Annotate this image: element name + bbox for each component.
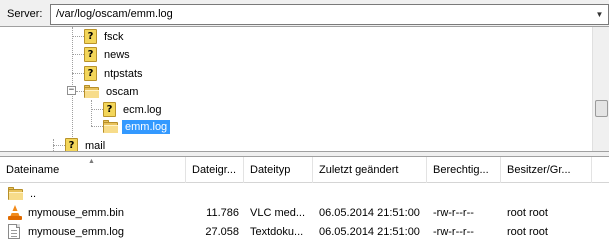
tree-connector	[91, 100, 92, 126]
text-document-icon	[8, 224, 20, 239]
modified-cell: 06.05.2014 21:51:00	[319, 206, 420, 219]
unknown-file-icon: ?	[84, 66, 97, 81]
filename-cell: mymouse_emm.log	[8, 222, 186, 241]
column-header-permissions[interactable]: Berechtig...	[427, 157, 501, 183]
tree-item-label: ecm.log	[123, 103, 162, 116]
column-header-size[interactable]: Dateigr...	[186, 157, 244, 183]
column-header-filename[interactable]: ▲ Dateiname	[0, 157, 186, 183]
unknown-file-icon: ?	[84, 47, 97, 62]
tree-connector	[76, 91, 84, 92]
tree-item[interactable]: ? ntpstats	[84, 64, 143, 83]
tree-item-selected[interactable]: emm.log	[103, 117, 171, 136]
column-header-modified[interactable]: Zuletzt geändert	[313, 157, 427, 183]
tree-connector	[72, 54, 84, 55]
server-path-value: /var/log/oscam/emm.log	[56, 8, 173, 20]
table-row[interactable]: ..	[0, 184, 609, 203]
remote-directory-tree[interactable]: ? fsck ? news ? ntpstats − oscam ? ecm.l…	[0, 26, 609, 152]
tree-item[interactable]: ? fsck	[84, 27, 124, 46]
tree-connector	[72, 73, 84, 74]
tree-scrollbar[interactable]	[592, 27, 609, 151]
chevron-down-icon[interactable]: ▼	[591, 5, 608, 24]
modified-cell: 06.05.2014 21:51:00	[319, 225, 420, 238]
tree-item-folder[interactable]: oscam	[84, 82, 138, 101]
tree-connector	[91, 126, 103, 127]
permissions-cell: -rw-r--r--	[433, 206, 474, 219]
permissions-cell: -rw-r--r--	[433, 225, 474, 238]
unknown-file-icon: ?	[103, 102, 116, 117]
tree-item[interactable]: ? mail	[65, 136, 106, 152]
tree-connector	[91, 109, 103, 110]
column-header-owner[interactable]: Besitzer/Gr...	[501, 157, 592, 183]
file-list-header: ▲ Dateiname Dateigr... Dateityp Zuletzt …	[0, 157, 609, 183]
size-cell: 27.058	[205, 225, 239, 238]
table-row[interactable]: mymouse_emm.bin 11.786 VLC med... 06.05.…	[0, 203, 609, 222]
type-cell: VLC med...	[250, 206, 306, 219]
scroll-down-button[interactable]	[593, 134, 609, 151]
scroll-thumb[interactable]	[595, 100, 608, 117]
folder-icon	[103, 119, 118, 133]
tree-item-label: news	[104, 48, 130, 61]
tree-item-label: emm.log	[122, 119, 171, 134]
sort-ascending-icon: ▲	[88, 158, 95, 165]
tree-item-label: oscam	[106, 85, 139, 98]
tree-item-label: fsck	[104, 30, 124, 43]
server-path-bar: Server: /var/log/oscam/emm.log ▼	[0, 0, 609, 26]
scroll-up-button[interactable]	[593, 27, 609, 44]
folder-icon	[8, 186, 23, 200]
tree-item[interactable]: ? news	[84, 45, 130, 64]
owner-cell: root root	[507, 206, 548, 219]
tree-connector	[72, 36, 84, 37]
tree-item-label: ntpstats	[104, 67, 143, 80]
filename-cell: ..	[8, 184, 186, 203]
unknown-file-icon: ?	[65, 138, 78, 151]
unknown-file-icon: ?	[84, 29, 97, 44]
size-cell: 11.786	[206, 206, 239, 219]
collapse-toggle[interactable]: −	[67, 86, 76, 95]
tree-connector	[53, 145, 65, 146]
owner-cell: root root	[507, 225, 548, 238]
vlc-icon	[8, 205, 22, 220]
tree-item-label: mail	[85, 139, 106, 152]
folder-icon	[84, 84, 99, 98]
filename-cell: mymouse_emm.bin	[8, 203, 186, 222]
column-header-type[interactable]: Dateityp	[244, 157, 313, 183]
server-path-input[interactable]: /var/log/oscam/emm.log ▼	[50, 4, 609, 25]
remote-file-list[interactable]: ▲ Dateiname Dateigr... Dateityp Zuletzt …	[0, 156, 609, 251]
type-cell: Textdoku...	[250, 225, 304, 238]
table-row[interactable]: mymouse_emm.log 27.058 Textdoku... 06.05…	[0, 222, 609, 241]
server-label: Server:	[7, 8, 43, 20]
